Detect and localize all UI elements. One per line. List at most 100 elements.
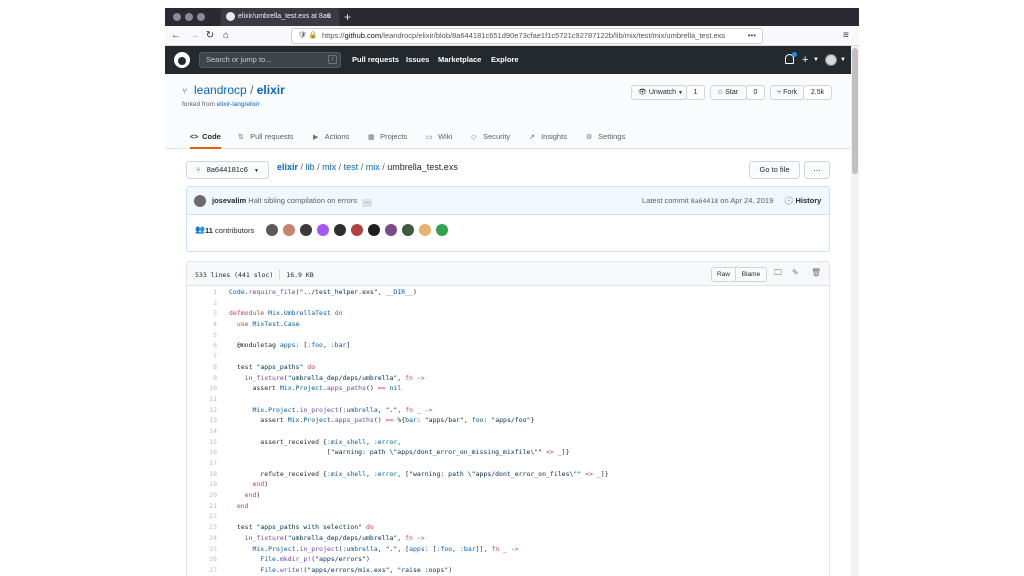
line-number[interactable]: 11 bbox=[187, 394, 217, 405]
desktop-icon[interactable]: 🖵 bbox=[774, 268, 782, 278]
nav-marketplace[interactable]: Marketplace bbox=[438, 46, 481, 74]
breadcrumb-item[interactable]: mix bbox=[366, 162, 380, 172]
repo-name-link[interactable]: elixir bbox=[257, 83, 285, 97]
tab-wiki[interactable]: ▭ Wiki bbox=[426, 132, 452, 149]
line-number[interactable]: 25 bbox=[187, 544, 217, 555]
commit-author-avatar[interactable] bbox=[194, 195, 206, 207]
commit-expand-button[interactable]: … bbox=[362, 199, 373, 207]
history-link[interactable]: 🕓 History bbox=[784, 196, 821, 205]
breadcrumb-item[interactable]: lib bbox=[306, 162, 315, 172]
more-options-button[interactable]: ... bbox=[804, 161, 830, 179]
line-number[interactable]: 20 bbox=[187, 490, 217, 501]
nav-pull-requests[interactable]: Pull requests bbox=[352, 46, 399, 74]
trash-icon[interactable]: 🗑 bbox=[811, 268, 821, 277]
blame-button[interactable]: Blame bbox=[735, 267, 767, 282]
tab-actions[interactable]: ▶ Actions bbox=[313, 132, 349, 149]
window-zoom-dot[interactable] bbox=[197, 13, 205, 21]
pencil-icon[interactable]: ✎ bbox=[792, 268, 799, 277]
line-number[interactable]: 13 bbox=[187, 415, 217, 426]
reload-icon[interactable]: ↻ bbox=[203, 28, 217, 44]
page-scrollbar[interactable] bbox=[851, 46, 859, 576]
tab-close-icon[interactable]: × bbox=[327, 8, 332, 26]
watch-count[interactable]: 1 bbox=[686, 85, 705, 100]
contributor-avatar[interactable] bbox=[334, 224, 346, 236]
breadcrumb-item[interactable]: mix bbox=[322, 162, 336, 172]
line-number[interactable]: 17 bbox=[187, 458, 217, 469]
go-to-file-button[interactable]: Go to file bbox=[749, 161, 800, 179]
forward-icon[interactable]: → bbox=[187, 28, 201, 44]
window-minimize-dot[interactable] bbox=[185, 13, 193, 21]
line-number[interactable]: 6 bbox=[187, 340, 217, 351]
hamburger-menu-icon[interactable]: ≡ bbox=[843, 28, 849, 44]
breadcrumb-item[interactable]: elixir bbox=[277, 162, 298, 172]
fork-count[interactable]: 2.5k bbox=[803, 85, 832, 100]
github-logo-icon[interactable] bbox=[174, 52, 190, 68]
tab-insights[interactable]: ↗ Insights bbox=[529, 132, 567, 149]
scrollbar-thumb[interactable] bbox=[852, 48, 858, 174]
page-actions-icon[interactable]: ••• bbox=[748, 29, 756, 43]
line-content: Code.require_file("../test_helper.exs", … bbox=[229, 288, 417, 296]
line-number[interactable]: 18 bbox=[187, 469, 217, 480]
tab-pull-requests[interactable]: ⇅ Pull requests bbox=[238, 132, 293, 149]
browser-tab-active[interactable]: elixir/umbrella_test.exs at 8a6 bbox=[221, 8, 339, 26]
line-number[interactable]: 24 bbox=[187, 533, 217, 544]
tab-settings[interactable]: ⚙ Settings bbox=[586, 132, 625, 149]
line-number[interactable]: 3 bbox=[187, 308, 217, 319]
star-count[interactable]: 0 bbox=[746, 85, 765, 100]
line-number[interactable]: 27 bbox=[187, 565, 217, 576]
commit-author-link[interactable]: josevalim bbox=[212, 196, 246, 205]
line-number[interactable]: 15 bbox=[187, 437, 217, 448]
line-number[interactable]: 22 bbox=[187, 511, 217, 522]
tab-projects[interactable]: ▦ Projects bbox=[368, 132, 407, 149]
nav-issues[interactable]: Issues bbox=[406, 46, 429, 74]
back-icon[interactable]: ← bbox=[169, 28, 183, 44]
line-number[interactable]: 1 bbox=[187, 287, 217, 298]
contributor-avatar[interactable] bbox=[283, 224, 295, 236]
breadcrumb-item[interactable]: test bbox=[344, 162, 359, 172]
home-icon[interactable]: ⌂ bbox=[219, 28, 233, 44]
contributors-link[interactable]: 11 contributors bbox=[205, 226, 254, 235]
contributor-avatar[interactable] bbox=[317, 224, 329, 236]
tab-security[interactable]: ◇ Security bbox=[471, 132, 510, 149]
commit-message-link[interactable]: Halt sibling compilation on errors bbox=[248, 196, 357, 205]
branch-selector[interactable]: ⑂ 8a644181c6 ▼ bbox=[186, 161, 269, 179]
contributor-avatar[interactable] bbox=[368, 224, 380, 236]
fork-button[interactable]: ⑂ Fork bbox=[770, 85, 804, 100]
create-new-button[interactable]: + bbox=[802, 46, 808, 74]
line-number[interactable]: 16 bbox=[187, 447, 217, 458]
star-button[interactable]: ☆ Star bbox=[710, 85, 747, 100]
line-number[interactable]: 8 bbox=[187, 362, 217, 373]
nav-explore[interactable]: Explore bbox=[491, 46, 519, 74]
contributor-avatar[interactable] bbox=[266, 224, 278, 236]
line-number[interactable]: 4 bbox=[187, 319, 217, 330]
line-number[interactable]: 7 bbox=[187, 351, 217, 362]
new-tab-button[interactable]: + bbox=[344, 8, 351, 26]
line-number[interactable]: 5 bbox=[187, 330, 217, 341]
contributor-avatar[interactable] bbox=[300, 224, 312, 236]
line-number[interactable]: 21 bbox=[187, 501, 217, 512]
line-number[interactable]: 26 bbox=[187, 554, 217, 565]
user-avatar[interactable] bbox=[825, 54, 837, 66]
line-number[interactable]: 12 bbox=[187, 405, 217, 416]
tab-code[interactable]: <> Code bbox=[190, 132, 221, 149]
search-input[interactable]: Search or jump to... / bbox=[199, 52, 341, 68]
commit-sha-link[interactable]: 8a64418 bbox=[691, 197, 718, 205]
contributor-avatar[interactable] bbox=[436, 224, 448, 236]
contributor-avatar[interactable] bbox=[385, 224, 397, 236]
forked-from-link[interactable]: elixir-lang/elixir bbox=[217, 101, 260, 108]
line-number[interactable]: 19 bbox=[187, 479, 217, 490]
line-number[interactable]: 2 bbox=[187, 298, 217, 309]
contributor-avatar[interactable] bbox=[402, 224, 414, 236]
line-number[interactable]: 14 bbox=[187, 426, 217, 437]
unwatch-button[interactable]: 👁 Unwatch ▼ bbox=[631, 85, 687, 100]
line-number[interactable]: 23 bbox=[187, 522, 217, 533]
contributor-avatar[interactable] bbox=[419, 224, 431, 236]
contributor-avatar[interactable] bbox=[351, 224, 363, 236]
repo-owner-link[interactable]: leandrocp bbox=[194, 83, 247, 97]
raw-button[interactable]: Raw bbox=[711, 267, 736, 282]
code-line: 27 File.write!("apps/errors/mix.exs", "r… bbox=[187, 565, 829, 576]
window-close-dot[interactable] bbox=[173, 13, 181, 21]
url-bar[interactable]: 🛡 🔒 https://github.com/leandrocp/elixir/… bbox=[291, 28, 763, 44]
line-number[interactable]: 10 bbox=[187, 383, 217, 394]
line-number[interactable]: 9 bbox=[187, 373, 217, 384]
